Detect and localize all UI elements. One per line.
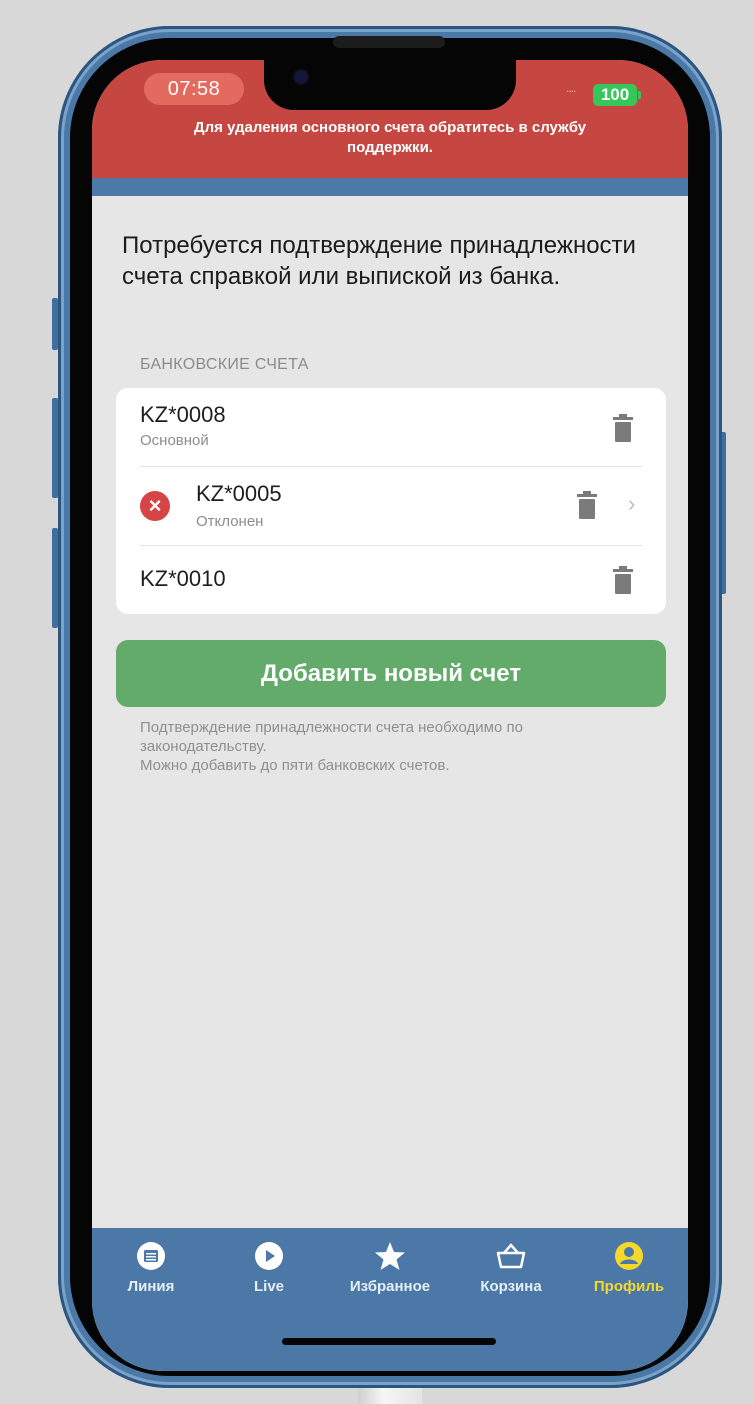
tab-profile[interactable]: Профиль bbox=[574, 1238, 684, 1295]
error-icon: × bbox=[140, 491, 170, 521]
tab-bar: Линия Live Избранное Корзина Профиль bbox=[92, 1228, 688, 1371]
tab-label: Линия bbox=[127, 1278, 175, 1295]
tab-basket[interactable]: Корзина bbox=[456, 1238, 566, 1295]
tab-live[interactable]: Live bbox=[214, 1238, 324, 1295]
battery-icon: 100 bbox=[593, 84, 641, 106]
signal-icon: .... bbox=[566, 81, 576, 95]
basket-icon bbox=[496, 1243, 526, 1269]
account-number: KZ*0005 bbox=[196, 481, 282, 506]
front-camera bbox=[294, 70, 308, 84]
note-line: Подтверждение принадлежности счета необх… bbox=[140, 719, 523, 755]
add-account-button[interactable]: Добавить новый счет bbox=[116, 640, 666, 707]
profile-icon bbox=[615, 1242, 643, 1270]
notch bbox=[264, 60, 516, 110]
chevron-right-icon[interactable]: › bbox=[628, 491, 635, 517]
tab-label: Live bbox=[253, 1278, 284, 1295]
status-time: 07:58 bbox=[144, 73, 244, 105]
calendar-icon bbox=[137, 1242, 165, 1270]
account-number: KZ*0010 bbox=[140, 566, 226, 591]
tab-label: Избранное bbox=[349, 1278, 431, 1295]
trash-icon[interactable] bbox=[576, 491, 598, 519]
earpiece-speaker bbox=[333, 36, 445, 48]
accounts-card: KZ*0008 Основной × KZ*0005 Отклонен › KZ… bbox=[116, 388, 666, 614]
screen: 07:58 .... 100 Для удаления основного сч… bbox=[92, 60, 688, 1371]
account-row[interactable]: KZ*0008 Основной bbox=[116, 388, 666, 466]
section-label-bank-accounts: БАНКОВСКИЕ СЧЕТА bbox=[140, 356, 309, 373]
header-strip bbox=[92, 178, 688, 196]
account-row[interactable]: × KZ*0005 Отклонен › bbox=[116, 467, 666, 545]
tab-label: Корзина bbox=[480, 1278, 542, 1295]
home-indicator bbox=[282, 1338, 496, 1345]
account-status: Отклонен bbox=[196, 513, 264, 530]
star-icon bbox=[375, 1242, 405, 1270]
note-line: Можно добавить до пяти банковских счетов… bbox=[140, 757, 450, 774]
banner-message: Для удаления основного счета обратитесь … bbox=[193, 119, 587, 156]
legal-note: Подтверждение принадлежности счета необх… bbox=[140, 718, 640, 775]
play-icon bbox=[255, 1242, 283, 1270]
account-number: KZ*0008 bbox=[140, 402, 226, 427]
tab-label: Профиль bbox=[593, 1278, 665, 1295]
trash-icon[interactable] bbox=[612, 414, 634, 442]
account-status: Основной bbox=[140, 432, 209, 449]
page-headline: Потребуется подтверждение принадлежности… bbox=[122, 232, 636, 290]
tab-favorites[interactable]: Избранное bbox=[335, 1238, 445, 1295]
account-row[interactable]: KZ*0010 bbox=[116, 546, 666, 614]
trash-icon[interactable] bbox=[612, 566, 634, 594]
tab-line[interactable]: Линия bbox=[96, 1238, 206, 1295]
